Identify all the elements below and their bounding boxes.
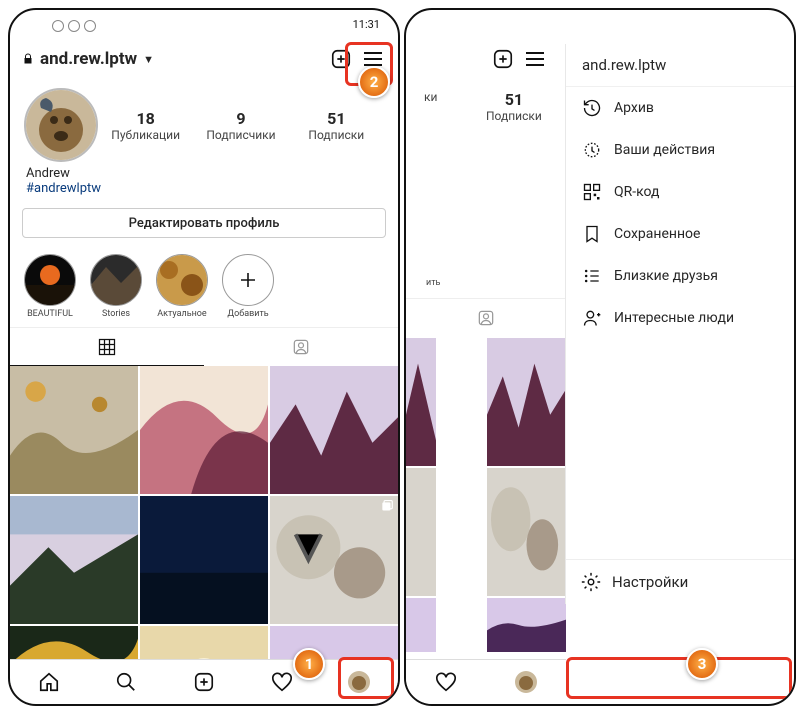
posts-stat[interactable]: 18Публикации (98, 109, 193, 142)
qr-icon (582, 182, 602, 202)
profile-tabs (10, 327, 398, 366)
menu-settings[interactable]: Настройки (566, 559, 794, 604)
partial-stat: ки (424, 90, 437, 104)
followers-stat[interactable]: 9Подписчики (193, 109, 288, 142)
profile-stats: 18Публикации 9Подписчики 51Подписки (10, 82, 398, 162)
nav-profile[interactable] (486, 660, 566, 704)
avatar[interactable] (24, 88, 98, 162)
bookmark-icon (582, 224, 602, 244)
add-button[interactable] (490, 46, 516, 72)
post[interactable] (10, 366, 138, 494)
bio-name: Andrew (26, 166, 382, 181)
menu-button[interactable] (522, 46, 548, 72)
lock-icon (22, 52, 34, 66)
callout-2: 2 (358, 66, 390, 98)
menu-close-friends[interactable]: Близкие друзья (566, 255, 794, 297)
callout-1: 1 (293, 648, 325, 680)
hl-add[interactable]: Добавить (222, 254, 274, 319)
history-icon (582, 98, 602, 118)
username[interactable]: and.rew.lptw (40, 49, 137, 69)
nav-search[interactable] (88, 660, 166, 704)
edit-profile-button[interactable]: Редактировать профиль (22, 208, 386, 238)
nav-home[interactable] (10, 660, 88, 704)
menu-qr[interactable]: QR-код (566, 171, 794, 213)
menu-archive[interactable]: Архив (566, 87, 794, 129)
post[interactable] (270, 496, 398, 624)
post[interactable] (10, 496, 138, 624)
menu-saved[interactable]: Сохраненное (566, 213, 794, 255)
menu-header: and.rew.lptw (566, 44, 794, 87)
hl-beautiful[interactable]: BEAUTIFUL (24, 254, 76, 319)
add-user-icon (582, 308, 602, 328)
bio: Andrew #andrewlptw (10, 162, 398, 200)
hl-actual[interactable]: Актуальное (156, 254, 208, 319)
following-stat[interactable]: 51Подписки (289, 109, 384, 142)
highlights: BEAUTIFUL Stories Актуальное Добавить (10, 246, 398, 327)
status-time: 11:31 (353, 18, 380, 31)
menu-discover[interactable]: Интересные люди (566, 297, 794, 339)
post-grid (10, 366, 398, 706)
clock-icon (582, 140, 602, 160)
menu-activity[interactable]: Ваши действия (566, 129, 794, 171)
post[interactable] (140, 496, 268, 624)
nav-likes[interactable] (406, 660, 486, 704)
tab-grid[interactable] (10, 328, 204, 366)
following-stat[interactable]: 51 Подписки (486, 90, 542, 123)
partial-hl: ить (426, 278, 440, 288)
tab-tagged[interactable] (406, 299, 566, 337)
post[interactable] (270, 366, 398, 494)
gear-icon (580, 571, 602, 593)
nav-add[interactable] (165, 660, 243, 704)
highlight-box-3 (566, 657, 792, 699)
phone-left: 11:31 and.rew.lptw ▼ 18Публикации 9Подпи… (8, 8, 400, 706)
hl-stories[interactable]: Stories (90, 254, 142, 319)
phone-right: ки 51 Подписки ить and.rew.lptw Архив Ва… (404, 8, 796, 706)
bio-hash[interactable]: #andrewlptw (26, 181, 382, 196)
partial-tabs (406, 298, 566, 337)
bottom-nav-partial (406, 659, 566, 704)
partial-grid (406, 338, 566, 652)
tab-tagged[interactable] (204, 328, 398, 366)
post[interactable] (140, 366, 268, 494)
side-menu: and.rew.lptw Архив Ваши действия QR-код … (565, 44, 794, 604)
list-icon (582, 266, 602, 286)
camera-cutout (52, 20, 96, 32)
callout-3: 3 (686, 648, 718, 680)
chevron-down-icon[interactable]: ▼ (143, 53, 154, 66)
highlight-box-1 (338, 657, 394, 699)
